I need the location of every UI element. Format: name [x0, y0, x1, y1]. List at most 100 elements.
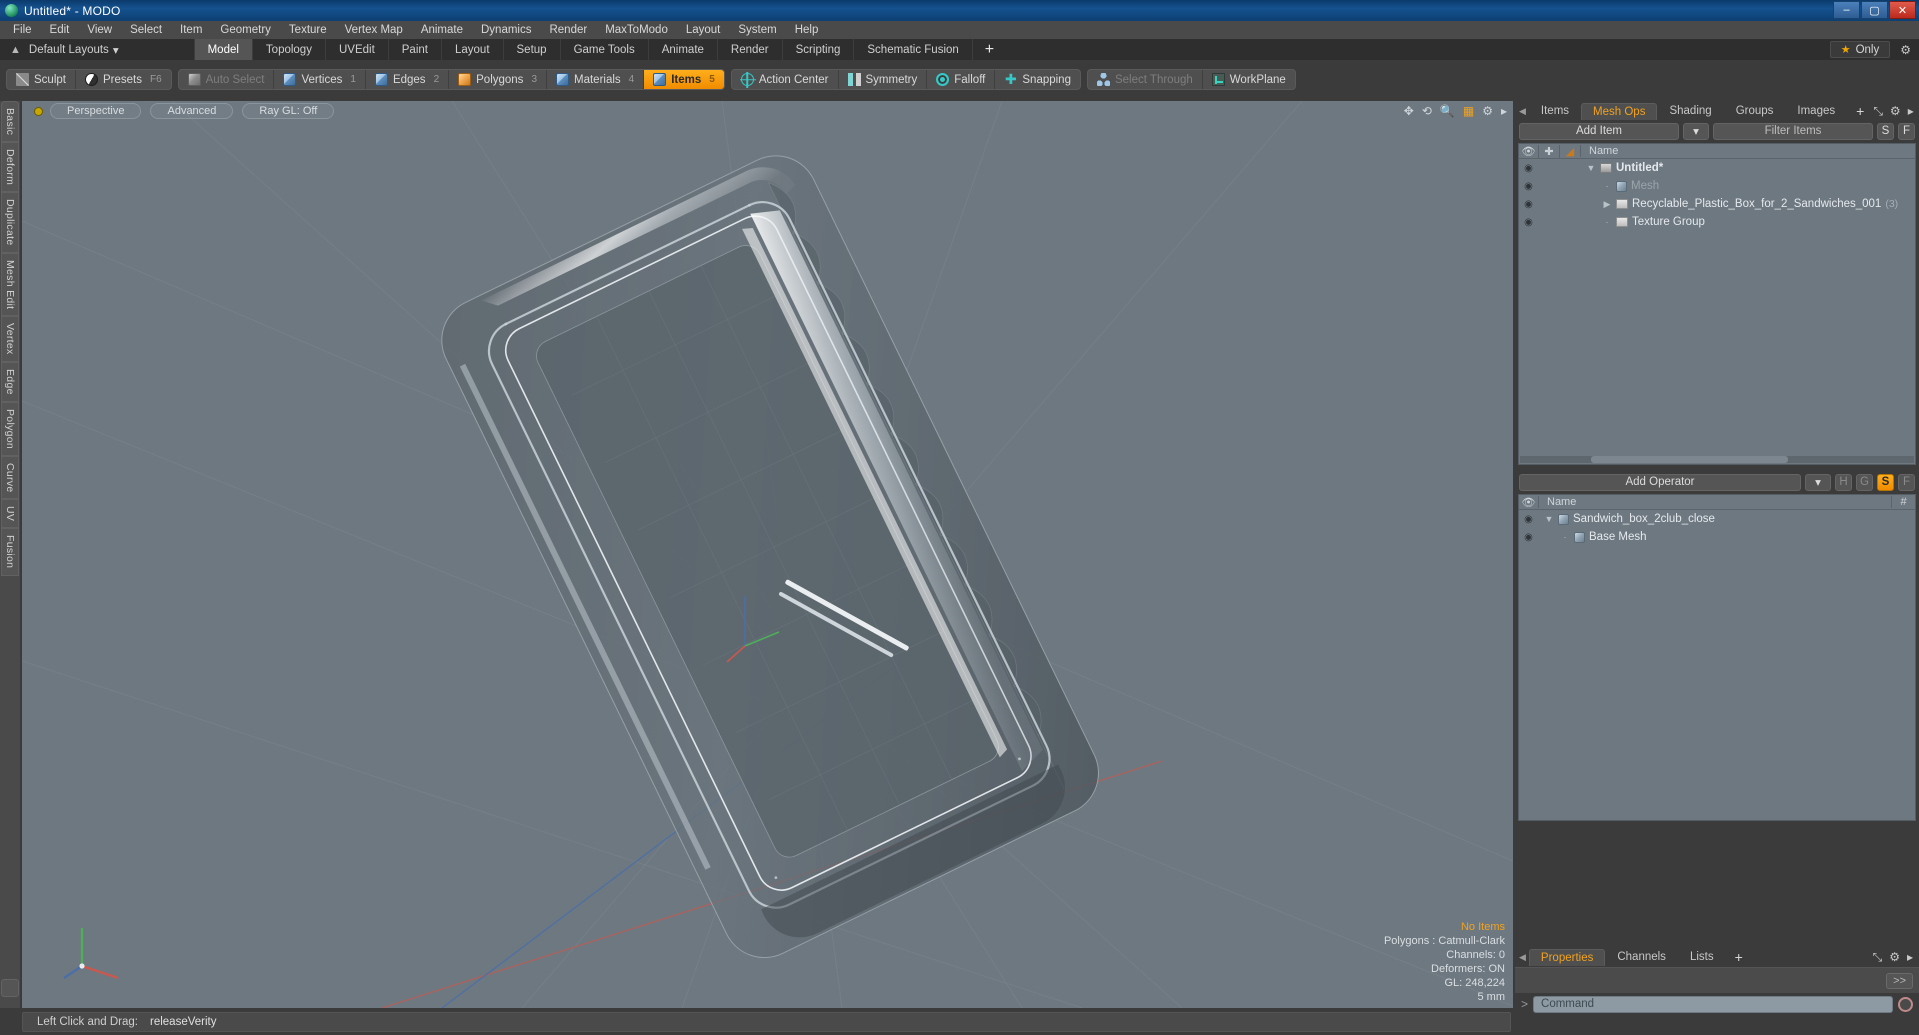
meshops-button-g[interactable]: G: [1856, 473, 1873, 491]
layout-tab-paint[interactable]: Paint: [387, 39, 441, 60]
menu-item-file[interactable]: File: [4, 23, 41, 37]
close-button[interactable]: ✕: [1889, 1, 1916, 19]
tree-row[interactable]: ◉ ▼ Untitled*: [1519, 159, 1915, 177]
item-panel-tab-items[interactable]: Items: [1529, 102, 1581, 120]
layout-tab-schematic-fusion[interactable]: Schematic Fusion: [853, 39, 971, 60]
left-tab-fusion[interactable]: Fusion: [1, 528, 19, 576]
minimize-button[interactable]: –: [1833, 1, 1860, 19]
item-panel-tab-groups[interactable]: Groups: [1724, 102, 1786, 120]
chevron-down-icon[interactable]: ▾: [113, 43, 119, 57]
expand-icon[interactable]: ⤡: [1873, 950, 1883, 965]
menu-item-help[interactable]: Help: [786, 23, 828, 37]
chevron-right-icon[interactable]: ▸: [1501, 104, 1507, 118]
menu-item-edit[interactable]: Edit: [41, 23, 79, 37]
item-panel-tab-shading[interactable]: Shading: [1657, 102, 1723, 120]
eye-icon[interactable]: ◉: [1519, 514, 1538, 525]
toolbar-button-items[interactable]: Items 5: [644, 70, 724, 89]
meshops-button-f[interactable]: F: [1898, 473, 1915, 491]
default-layouts-label[interactable]: Default Layouts: [29, 44, 109, 56]
eye-icon[interactable]: ◉: [1519, 181, 1538, 192]
item-panel-add-tab-button[interactable]: +: [1847, 102, 1873, 120]
properties-tab-lists[interactable]: Lists: [1678, 948, 1726, 966]
chevron-right-icon[interactable]: ▸: [1907, 950, 1913, 964]
properties-forward-button[interactable]: >>: [1886, 972, 1913, 989]
menu-item-animate[interactable]: Animate: [412, 23, 472, 37]
menu-item-item[interactable]: Item: [171, 23, 211, 37]
eye-icon[interactable]: ◉: [1519, 199, 1538, 210]
3d-viewport[interactable]: Perspective Advanced Ray GL: Off ✥ ⟲ 🔍 ▦ ⚙…: [22, 101, 1513, 1008]
meshops-button-h[interactable]: H: [1835, 473, 1852, 491]
gear-icon[interactable]: ⚙: [1890, 104, 1901, 118]
properties-tab-channels[interactable]: Channels: [1605, 948, 1678, 966]
command-input[interactable]: Command: [1533, 995, 1893, 1013]
left-tab-duplicate[interactable]: Duplicate: [1, 192, 19, 253]
viewport-pill-perspective[interactable]: Perspective: [50, 103, 142, 119]
layout-tab-uvedit[interactable]: UVEdit: [324, 39, 388, 60]
tree-row[interactable]: ◉ · Mesh: [1519, 177, 1915, 195]
maximize-button[interactable]: ▢: [1861, 1, 1888, 19]
add-item-button[interactable]: Add Item: [1519, 122, 1679, 140]
twisty-open-icon[interactable]: ▼: [1586, 163, 1596, 173]
viewport-pill-advanced[interactable]: Advanced: [150, 103, 234, 119]
menu-item-select[interactable]: Select: [121, 23, 171, 37]
left-tab-vertex[interactable]: Vertex: [1, 316, 19, 362]
toolbar-button-select-through[interactable]: Select Through: [1088, 70, 1203, 89]
left-tab-polygon[interactable]: Polygon: [1, 401, 19, 456]
layout-tab-setup[interactable]: Setup: [502, 39, 560, 60]
left-tab-curve[interactable]: Curve: [1, 455, 19, 500]
toolbar-button-materials[interactable]: Materials 4: [547, 70, 645, 89]
toolbar-button-symmetry[interactable]: Symmetry: [839, 70, 928, 89]
expand-icon[interactable]: ⤡: [1873, 104, 1883, 119]
layout-tab-layout[interactable]: Layout: [440, 39, 503, 60]
meshops-button-s[interactable]: S: [1877, 473, 1894, 491]
menu-item-view[interactable]: View: [78, 23, 121, 37]
left-tab-deform[interactable]: Deform: [1, 142, 19, 193]
item-tree[interactable]: 👁 ✚ ◢ Name ◉ ▼ Untitled* ◉ · Mesh ◉ ▶ Recyclable…: [1518, 143, 1916, 465]
menu-item-system[interactable]: System: [729, 23, 785, 37]
gear-icon[interactable]: ⚙: [1482, 104, 1493, 118]
left-tab-mesh-edit[interactable]: Mesh Edit: [1, 252, 19, 317]
toolbar-button-presets[interactable]: Presets F6: [76, 70, 171, 89]
toolbar-button-falloff[interactable]: Falloff: [927, 70, 996, 89]
add-item-caret-icon[interactable]: ▾: [1683, 122, 1709, 140]
item-panel-tab-mesh-ops[interactable]: Mesh Ops: [1581, 102, 1658, 120]
layout-tab-model[interactable]: Model: [193, 39, 252, 60]
filter-f-button[interactable]: F: [1898, 122, 1915, 140]
gear-icon[interactable]: ⚙: [1900, 43, 1911, 57]
menu-item-dynamics[interactable]: Dynamics: [472, 23, 540, 37]
panel-caret-icon[interactable]: ◀: [1519, 952, 1526, 963]
add-operator-caret-icon[interactable]: ▾: [1805, 473, 1831, 491]
toolbar-button-polygons[interactable]: Polygons 3: [449, 70, 547, 89]
toolbar-button-edges[interactable]: Edges 2: [366, 70, 450, 89]
filter-s-button[interactable]: S: [1877, 122, 1894, 140]
left-tab-edge[interactable]: Edge: [1, 361, 19, 402]
only-toggle[interactable]: ★ Only: [1829, 41, 1891, 58]
tree-icon[interactable]: ▲: [10, 44, 21, 56]
rotate-icon[interactable]: ⟲: [1422, 104, 1432, 118]
eye-icon[interactable]: ◉: [1519, 217, 1538, 228]
gear-icon[interactable]: ⚙: [1889, 950, 1900, 964]
left-tab-uv[interactable]: UV: [1, 499, 19, 529]
tree-row[interactable]: ◉ · Texture Group: [1519, 213, 1915, 231]
panel-divider[interactable]: [1515, 465, 1919, 472]
toolbar-button-action-center[interactable]: Action Center: [732, 70, 839, 89]
viewport-pill-ray-gl-off[interactable]: Ray GL: Off: [242, 103, 335, 119]
toolbar-button-sculpt[interactable]: Sculpt: [7, 70, 76, 89]
menu-item-geometry[interactable]: Geometry: [211, 23, 280, 37]
record-dot-icon[interactable]: [34, 106, 43, 116]
item-panel-tab-images[interactable]: Images: [1785, 102, 1847, 120]
left-strip-extra-button[interactable]: [1, 979, 19, 997]
layout-tab-game-tools[interactable]: Game Tools: [559, 39, 648, 60]
item-tree-hscrollbar[interactable]: [1520, 456, 1914, 463]
layout-tab-animate[interactable]: Animate: [647, 39, 717, 60]
menu-item-layout[interactable]: Layout: [677, 23, 730, 37]
meshops-tree[interactable]: 👁 Name # ◉ ▼ Sandwich_box_2club_close ◉ · Bas…: [1518, 494, 1916, 821]
grid-icon[interactable]: ▦: [1463, 104, 1474, 118]
layout-tab-render[interactable]: Render: [716, 39, 782, 60]
twisty-open-icon[interactable]: ▼: [1544, 514, 1554, 524]
twisty-closed-icon[interactable]: ▶: [1602, 199, 1612, 210]
chevron-right-icon[interactable]: ▸: [1908, 104, 1914, 118]
menu-item-maxtomodo[interactable]: MaxToModo: [596, 23, 677, 37]
toolbar-button-workplane[interactable]: WorkPlane: [1203, 70, 1295, 89]
menu-item-texture[interactable]: Texture: [280, 23, 336, 37]
